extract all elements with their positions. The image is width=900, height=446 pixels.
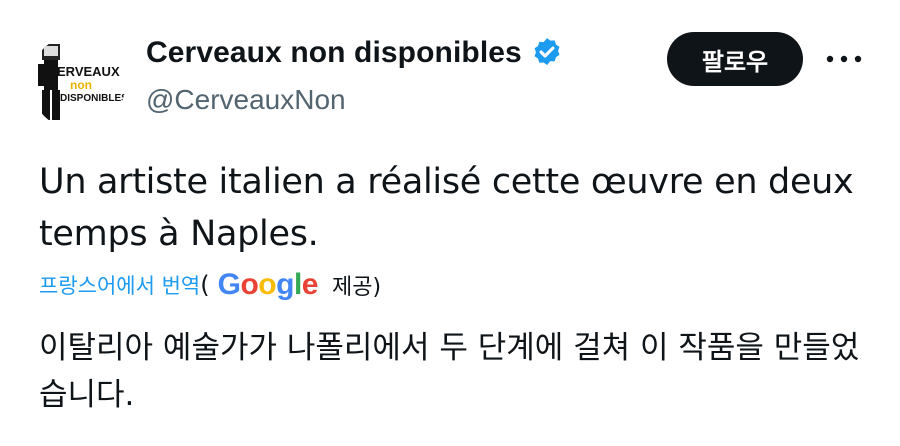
user-handle[interactable]: @CerveauxNon	[146, 84, 346, 116]
translated-text: 이탈리아 예술가가 나폴리에서 두 단계에 걸쳐 이 작품을 만들었습니다.	[39, 330, 860, 413]
verified-badge-icon[interactable]	[530, 36, 564, 70]
tweet-text: Un artiste italien a réalisé cette œuvre…	[39, 162, 854, 254]
display-name[interactable]: Cerveaux non disponibles	[146, 36, 522, 70]
more-horizontal-icon	[826, 55, 862, 63]
translation-attribution: 프랑스어에서 번역 ( Google 제공)	[39, 268, 381, 302]
svg-text:DISPONIBLES: DISPONIBLES	[60, 93, 126, 104]
translate-link[interactable]: 프랑스어에서 번역	[39, 270, 200, 300]
more-options-button[interactable]	[822, 44, 866, 74]
follow-button[interactable]: 팔로우	[667, 32, 803, 86]
google-logo-icon: Google	[217, 268, 319, 301]
provider-suffix: 제공)	[331, 275, 382, 300]
open-paren: (	[200, 271, 210, 299]
svg-text:non: non	[70, 78, 92, 92]
name-row: Cerveaux non disponibles	[146, 36, 564, 70]
avatar[interactable]: ERVEAUX non DISPONIBLES	[30, 34, 126, 130]
svg-text:ERVEAUX: ERVEAUX	[57, 64, 120, 79]
cerveaux-logo-icon: ERVEAUX non DISPONIBLES	[30, 34, 126, 130]
